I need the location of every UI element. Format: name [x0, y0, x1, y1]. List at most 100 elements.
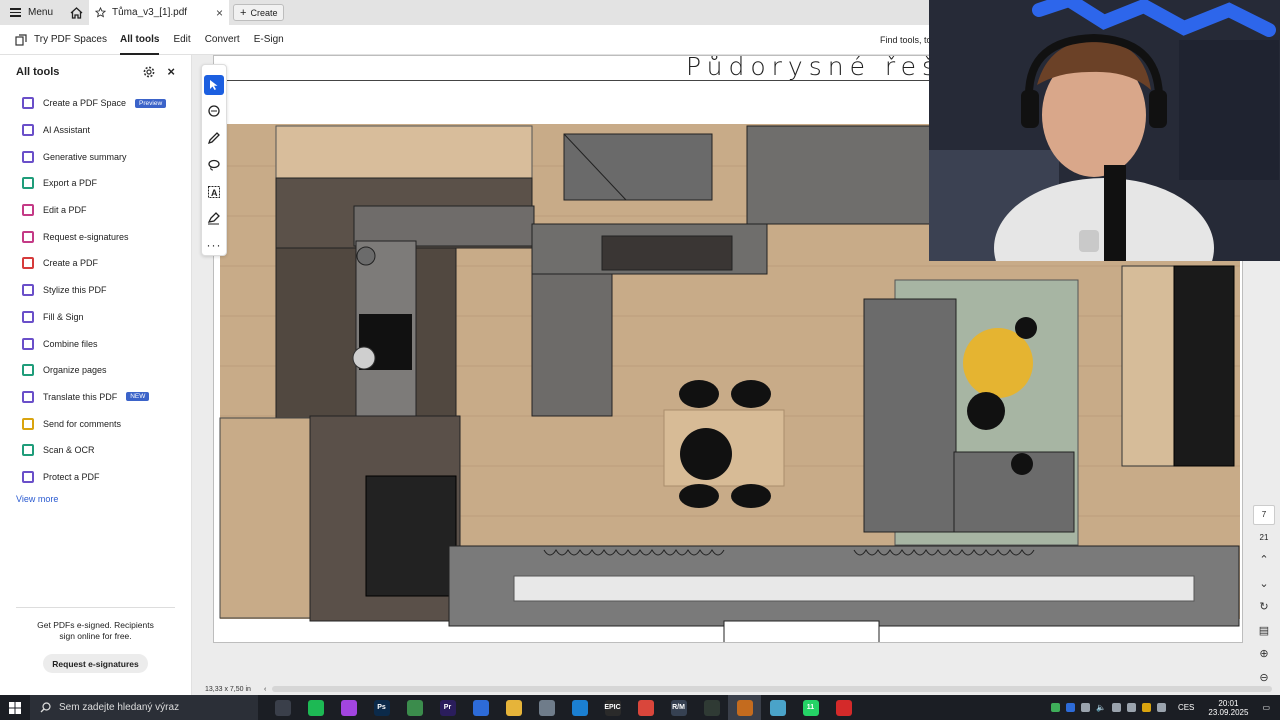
taskbar-app-chrome[interactable] [629, 695, 662, 720]
tool-item[interactable]: Organize pages [0, 357, 191, 384]
taskbar-app-acrobat[interactable] [827, 695, 860, 720]
taskbar-app-edge[interactable] [563, 695, 596, 720]
taskbar-app-messenger[interactable] [332, 695, 365, 720]
cursor-icon [210, 79, 218, 90]
document-tab[interactable]: Tůma_v3_[1].pdf × [89, 0, 230, 25]
previous-page-button[interactable]: ⌃ [1254, 550, 1274, 569]
esign-promo-text: Get PDFs e-signed. Recipients sign onlin… [37, 620, 154, 641]
menu-edit[interactable]: Edit [166, 25, 197, 55]
create-label: Create [250, 7, 278, 18]
highlight-tool[interactable] [204, 128, 224, 148]
text-tool[interactable]: A [204, 182, 224, 202]
tool-item[interactable]: Edit a PDF [0, 197, 191, 224]
taskbar-app-store[interactable] [464, 695, 497, 720]
tray-app-icon[interactable] [1065, 703, 1075, 712]
scroll-left-icon[interactable]: ‹ [264, 686, 266, 693]
create-button[interactable]: + Create [233, 4, 285, 21]
menu-all-tools[interactable]: All tools [113, 25, 166, 55]
close-tab-icon[interactable]: × [216, 6, 223, 20]
page-thumbnail-button[interactable]: ▤ [1254, 621, 1274, 640]
tool-label: Export a PDF [43, 178, 98, 189]
taskbar-app-app-rm[interactable]: R/M [662, 695, 695, 720]
current-page-input[interactable]: 7 [1253, 505, 1275, 525]
windows-taskbar: Sem zadejte hledaný výraz Ps Pr EPIC R/M 11 … [0, 695, 1280, 720]
star-icon[interactable] [95, 7, 107, 18]
tool-item[interactable]: Stylize this PDF [0, 277, 191, 304]
comment-tool[interactable] [204, 102, 224, 122]
spotify-icon [307, 699, 324, 716]
next-page-button[interactable]: ⌄ [1254, 574, 1274, 593]
zoom-out-button[interactable]: ⊖ [1254, 667, 1274, 686]
menu-e-sign[interactable]: E-Sign [247, 25, 291, 55]
chrome-icon [637, 699, 654, 716]
speaker-icon[interactable]: 🔈 [1096, 703, 1106, 712]
taskbar-app-terminal[interactable] [728, 695, 761, 720]
taskbar-app-app-generic[interactable] [530, 695, 563, 720]
try-pdf-spaces-button[interactable]: Try PDF Spaces [0, 33, 113, 46]
annotation-toolbar: A ··· [201, 64, 227, 256]
app-dark-icon [703, 699, 720, 716]
taskbar-app-photoshop[interactable]: Ps [365, 695, 398, 720]
more-tools-button[interactable]: ··· [204, 235, 224, 255]
messenger-icon [340, 699, 357, 716]
tool-item[interactable]: Generative summary [0, 143, 191, 170]
tool-label: Fill & Sign [43, 311, 84, 322]
tool-item[interactable]: Create a PDF [0, 250, 191, 277]
taskbar-app-epic-games[interactable]: EPIC [596, 695, 629, 720]
tool-item[interactable]: Fill & Sign [0, 304, 191, 331]
tool-label: Generative summary [43, 151, 127, 162]
menu-button[interactable]: Menu [0, 0, 63, 25]
refresh-icon: ↻ [1259, 601, 1269, 614]
home-button[interactable] [63, 0, 89, 25]
tool-item[interactable]: AI Assistant [0, 117, 191, 144]
tool-item[interactable]: Export a PDF [0, 170, 191, 197]
tray-app-icon[interactable] [1141, 703, 1151, 712]
notes-icon [769, 699, 786, 716]
menu-convert[interactable]: Convert [198, 25, 247, 55]
horizontal-scrollbar[interactable] [272, 686, 1272, 692]
tool-item[interactable]: Send for comments [0, 410, 191, 437]
pdf-spaces-icon [15, 33, 27, 46]
taskbar-app-file-explorer[interactable] [497, 695, 530, 720]
rotate-button[interactable]: ↻ [1254, 597, 1274, 616]
tool-item[interactable]: Protect a PDF [0, 464, 191, 491]
tool-item[interactable]: Scan & OCR [0, 437, 191, 464]
sign-tool[interactable] [204, 209, 224, 229]
tray-app-icon[interactable] [1111, 703, 1121, 712]
taskbar-app-task-view[interactable] [266, 695, 299, 720]
taskbar-app-app-dark[interactable] [695, 695, 728, 720]
comments-icon [22, 417, 34, 430]
tool-item[interactable]: Create a PDF Space Preview [0, 90, 191, 117]
network-icon[interactable] [1126, 703, 1136, 712]
taskbar-app-map-app[interactable] [398, 695, 431, 720]
tray-app-icon[interactable] [1050, 703, 1060, 712]
notifications-icon[interactable]: ▭ [1262, 703, 1270, 712]
taskbar-app-premiere[interactable]: Pr [431, 695, 464, 720]
tray-app-icon[interactable] [1156, 703, 1166, 712]
zoom-in-button[interactable]: ⊕ [1254, 644, 1274, 663]
taskbar-search[interactable]: Sem zadejte hledaný výraz [30, 695, 258, 720]
summary-icon [22, 150, 34, 163]
taskbar-app-notes[interactable] [761, 695, 794, 720]
clock-date: 23.09.2025 [1208, 707, 1249, 717]
tool-item[interactable]: Translate this PDF NEW [0, 384, 191, 411]
language-indicator[interactable]: CES [1178, 703, 1194, 712]
chevron-down-icon: ⌄ [1259, 577, 1269, 590]
draw-tool[interactable] [204, 155, 224, 175]
clock[interactable]: 20:01 23.09.2025 [1208, 699, 1248, 717]
document-heading: Půdorysné řeše [686, 55, 963, 81]
select-tool[interactable] [204, 75, 224, 95]
comment-icon [208, 104, 220, 117]
view-more-link[interactable]: View more [0, 494, 191, 504]
gear-icon[interactable] [143, 66, 155, 78]
tray-app-icon[interactable] [1080, 703, 1090, 712]
request-esignatures-button[interactable]: Request e-signatures [43, 654, 148, 673]
all-tools-panel: All tools × Create a PDF Space Preview AI … [0, 55, 192, 695]
close-panel-icon[interactable]: × [167, 64, 175, 79]
start-button[interactable] [0, 695, 30, 720]
tool-item[interactable]: Request e-signatures [0, 223, 191, 250]
tool-item[interactable]: Combine files [0, 330, 191, 357]
taskbar-app-spotify[interactable] [299, 695, 332, 720]
chevron-up-icon: ⌃ [1259, 554, 1269, 567]
taskbar-app-whatsapp[interactable]: 11 [794, 695, 827, 720]
